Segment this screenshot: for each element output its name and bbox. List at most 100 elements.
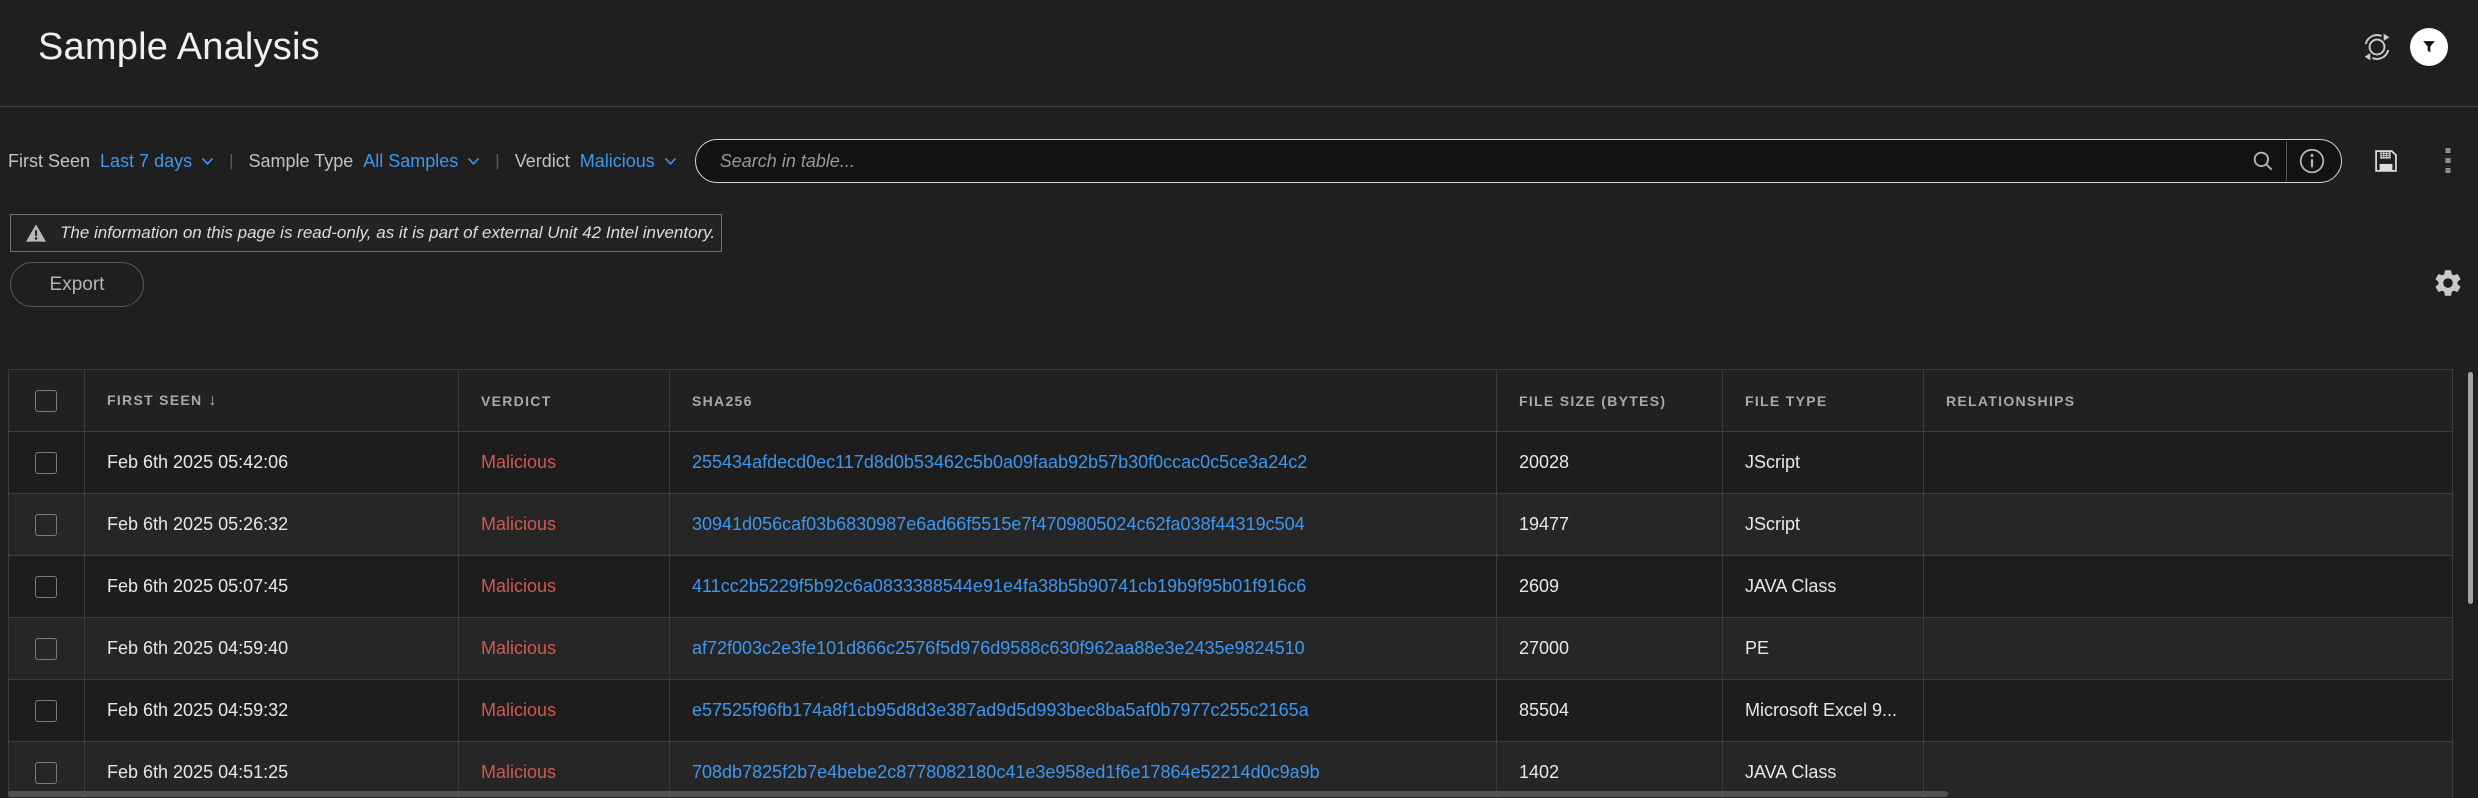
export-button[interactable]: Export bbox=[10, 262, 144, 307]
cell-verdict: Malicious bbox=[459, 618, 670, 680]
row-checkbox[interactable] bbox=[35, 514, 57, 536]
gear-icon bbox=[2432, 267, 2464, 299]
filter-separator: | bbox=[229, 151, 233, 171]
row-checkbox[interactable] bbox=[35, 452, 57, 474]
refresh-button[interactable] bbox=[2360, 30, 2394, 64]
cell-file-type: JAVA Class bbox=[1723, 742, 1924, 798]
row-checkbox-cell bbox=[9, 680, 85, 742]
column-header-first-seen[interactable]: FIRST SEEN ↓ bbox=[85, 370, 459, 432]
row-checkbox-cell bbox=[9, 494, 85, 556]
global-filter-button[interactable] bbox=[2410, 28, 2448, 66]
cell-file-size: 1402 bbox=[1497, 742, 1723, 798]
cell-file-size: 19477 bbox=[1497, 494, 1723, 556]
cell-relationships bbox=[1924, 680, 2453, 742]
chevron-down-icon bbox=[201, 157, 214, 166]
table-row[interactable]: Feb 6th 2025 04:59:32 Malicious e57525f9… bbox=[9, 680, 2453, 742]
horizontal-scrollbar-thumb[interactable] bbox=[8, 791, 1948, 797]
cell-relationships bbox=[1924, 432, 2453, 494]
row-checkbox-cell bbox=[9, 556, 85, 618]
sha256-link[interactable]: 30941d056caf03b6830987e6ad66f5515e7f4709… bbox=[692, 514, 1305, 534]
notice-text: The information on this page is read-onl… bbox=[60, 223, 715, 243]
select-all-checkbox[interactable] bbox=[35, 390, 57, 412]
cell-file-type: JScript bbox=[1723, 494, 1924, 556]
cell-first-seen: Feb 6th 2025 04:51:25 bbox=[85, 742, 459, 798]
cell-file-type: JScript bbox=[1723, 432, 1924, 494]
search-icon[interactable] bbox=[2250, 148, 2276, 174]
row-checkbox[interactable] bbox=[35, 638, 57, 660]
column-header-verdict[interactable]: VERDICT bbox=[459, 370, 670, 432]
cell-file-type: Microsoft Excel 9... bbox=[1723, 680, 1924, 742]
cell-first-seen: Feb 6th 2025 04:59:40 bbox=[85, 618, 459, 680]
cell-sha256: 708db7825f2b7e4bebe2c8778082180c41e3e958… bbox=[670, 742, 1497, 798]
info-icon[interactable] bbox=[2297, 146, 2327, 176]
column-header-sha256[interactable]: SHA256 bbox=[670, 370, 1497, 432]
sha256-link[interactable]: e57525f96fb174a8f1cb95d8d3e387ad9d5d993b… bbox=[692, 700, 1309, 720]
table-search bbox=[695, 139, 2342, 183]
cell-sha256: af72f003c2e3fe101d866c2576f5d976d9588c63… bbox=[670, 618, 1497, 680]
filter-bar: First Seen Last 7 days | Sample Type All… bbox=[8, 139, 2464, 183]
sha256-link[interactable]: 708db7825f2b7e4bebe2c8778082180c41e3e958… bbox=[692, 762, 1320, 782]
filter-verdict[interactable]: Verdict Malicious bbox=[515, 151, 677, 172]
cell-sha256: 255434afdecd0ec117d8d0b53462c5b0a09faab9… bbox=[670, 432, 1497, 494]
filter-value: All Samples bbox=[363, 151, 458, 172]
search-input[interactable] bbox=[720, 151, 2250, 172]
table-row[interactable]: Feb 6th 2025 05:07:45 Malicious 411cc2b5… bbox=[9, 556, 2453, 618]
filter-label: Verdict bbox=[515, 151, 570, 172]
cell-sha256: 411cc2b5229f5b92c6a0833388544e91e4fa38b5… bbox=[670, 556, 1497, 618]
app-header: Sample Analysis bbox=[0, 0, 2478, 107]
filter-value: Malicious bbox=[580, 151, 655, 172]
sha256-link[interactable]: af72f003c2e3fe101d866c2576f5d976d9588c63… bbox=[692, 638, 1305, 658]
row-checkbox[interactable] bbox=[35, 576, 57, 598]
search-divider bbox=[2286, 141, 2287, 181]
filter-label: Sample Type bbox=[249, 151, 354, 172]
sha256-link[interactable]: 411cc2b5229f5b92c6a0833388544e91e4fa38b5… bbox=[692, 576, 1306, 596]
sha256-link[interactable]: 255434afdecd0ec117d8d0b53462c5b0a09faab9… bbox=[692, 452, 1307, 472]
filter-sample-type[interactable]: Sample Type All Samples bbox=[249, 151, 481, 172]
filter-first-seen[interactable]: First Seen Last 7 days bbox=[8, 151, 214, 172]
table-header-row: FIRST SEEN ↓ VERDICT SHA256 FILE SIZE (BY… bbox=[9, 370, 2453, 432]
filter-value: Last 7 days bbox=[100, 151, 192, 172]
cell-verdict: Malicious bbox=[459, 494, 670, 556]
column-header-file-type[interactable]: FILE TYPE bbox=[1723, 370, 1924, 432]
cell-sha256: e57525f96fb174a8f1cb95d8d3e387ad9d5d993b… bbox=[670, 680, 1497, 742]
page-title: Sample Analysis bbox=[38, 26, 320, 69]
column-label: FIRST SEEN bbox=[107, 392, 202, 408]
cell-first-seen: Feb 6th 2025 04:59:32 bbox=[85, 680, 459, 742]
samples-table-wrap: FIRST SEEN ↓ VERDICT SHA256 FILE SIZE (BY… bbox=[8, 369, 2452, 798]
column-header-file-size[interactable]: FILE SIZE (BYTES) bbox=[1497, 370, 1723, 432]
cell-verdict: Malicious bbox=[459, 432, 670, 494]
row-checkbox[interactable] bbox=[35, 700, 57, 722]
cell-relationships bbox=[1924, 556, 2453, 618]
cell-verdict: Malicious bbox=[459, 680, 670, 742]
column-header-relationships[interactable]: RELATIONSHIPS bbox=[1924, 370, 2453, 432]
filter-label: First Seen bbox=[8, 151, 90, 172]
kebab-menu-icon[interactable] bbox=[2444, 145, 2452, 177]
filters: First Seen Last 7 days | Sample Type All… bbox=[8, 151, 677, 172]
save-view-icon[interactable] bbox=[2372, 147, 2400, 175]
chevron-down-icon bbox=[664, 157, 677, 166]
chevron-down-icon bbox=[467, 157, 480, 166]
warning-icon bbox=[25, 223, 47, 243]
header-checkbox-cell bbox=[9, 370, 85, 432]
vertical-scrollbar-thumb[interactable] bbox=[2468, 372, 2473, 604]
refresh-icon bbox=[2360, 30, 2394, 64]
funnel-icon bbox=[2419, 37, 2439, 57]
cell-file-size: 20028 bbox=[1497, 432, 1723, 494]
row-checkbox-cell bbox=[9, 742, 85, 798]
row-checkbox[interactable] bbox=[35, 762, 57, 784]
row-checkbox-cell bbox=[9, 432, 85, 494]
sort-desc-icon: ↓ bbox=[208, 392, 217, 409]
cell-first-seen: Feb 6th 2025 05:07:45 bbox=[85, 556, 459, 618]
cell-verdict: Malicious bbox=[459, 556, 670, 618]
table-row[interactable]: Feb 6th 2025 05:26:32 Malicious 30941d05… bbox=[9, 494, 2453, 556]
cell-relationships bbox=[1924, 494, 2453, 556]
table-settings-button[interactable] bbox=[2432, 267, 2464, 299]
table-body: Feb 6th 2025 05:42:06 Malicious 255434af… bbox=[9, 432, 2453, 798]
table-row[interactable]: Feb 6th 2025 05:42:06 Malicious 255434af… bbox=[9, 432, 2453, 494]
table-row[interactable]: Feb 6th 2025 04:51:25 Malicious 708db782… bbox=[9, 742, 2453, 798]
cell-sha256: 30941d056caf03b6830987e6ad66f5515e7f4709… bbox=[670, 494, 1497, 556]
cell-verdict: Malicious bbox=[459, 742, 670, 798]
table-row[interactable]: Feb 6th 2025 04:59:40 Malicious af72f003… bbox=[9, 618, 2453, 680]
cell-first-seen: Feb 6th 2025 05:42:06 bbox=[85, 432, 459, 494]
readonly-notice: The information on this page is read-onl… bbox=[10, 214, 722, 252]
